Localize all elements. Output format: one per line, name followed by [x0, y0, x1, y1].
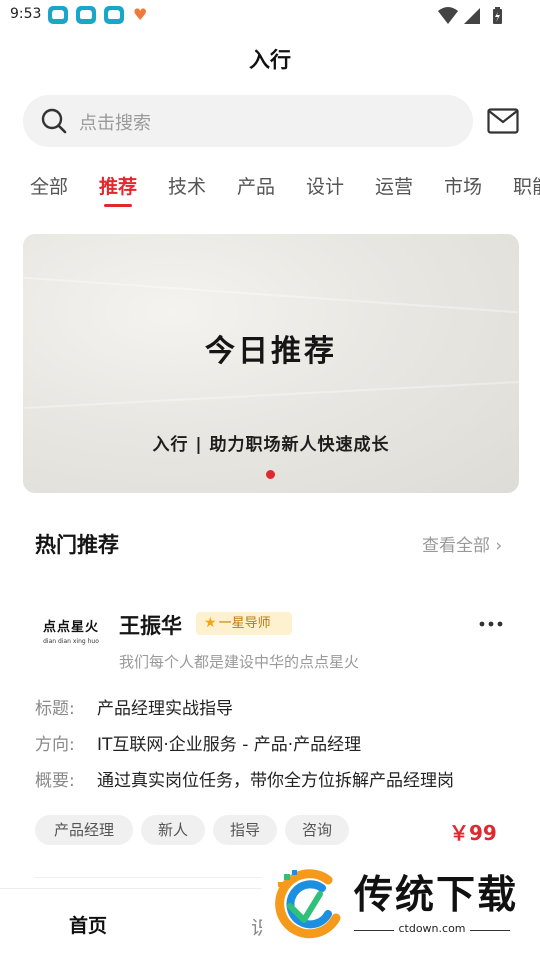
info-row-summary: 概要: 通过真实岗位任务，带你全方位拆解产品经理岗 — [35, 766, 454, 791]
watermark-logo-icon — [275, 869, 341, 939]
category-tabs: 全部 推荐 技术 产品 设计 运营 市场 职能 — [0, 168, 540, 214]
info-label: 方向: — [35, 735, 75, 755]
info-row-title: 标题: 产品经理实战指导 — [35, 694, 233, 719]
banner-subtitle: 入行 | 助力职场新人快速成长 — [152, 435, 390, 455]
info-value: IT互联网·企业服务 - 产品·产品经理 — [97, 735, 362, 755]
badge-label: 一星导师 — [218, 616, 271, 631]
system-status-icons — [438, 7, 502, 24]
info-value: 产品经理实战指导 — [97, 699, 233, 719]
nav-home[interactable]: 首页 — [69, 911, 107, 938]
mail-icon[interactable] — [487, 108, 519, 134]
mentor-level-badge: ★ 一星导师 — [196, 612, 292, 635]
tab-tech[interactable]: 技术 — [168, 172, 206, 199]
tag[interactable]: 产品经理 — [35, 815, 133, 845]
app-notification-icon — [76, 6, 96, 24]
banner-title: 今日推荐 — [205, 334, 337, 369]
page-title: 入行 — [249, 48, 291, 72]
mentor-logo-subtext: dian dian xing huo — [43, 638, 99, 645]
more-icon[interactable] — [478, 614, 504, 634]
paper-texture — [23, 381, 519, 409]
watermark: 传统下载 ctdown.com — [262, 858, 540, 960]
battery-icon — [493, 7, 502, 24]
price: ￥99 — [449, 821, 497, 845]
status-bar: 9:53 ♥ — [0, 0, 540, 32]
tag[interactable]: 新人 — [141, 815, 205, 845]
search-placeholder: 点击搜索 — [79, 113, 151, 134]
tag[interactable]: 指导 — [213, 815, 277, 845]
search-icon — [41, 108, 67, 134]
section-title: 热门推荐 — [35, 533, 119, 557]
tab-all[interactable]: 全部 — [30, 172, 68, 199]
tag[interactable]: 咨询 — [285, 815, 349, 845]
info-row-direction: 方向: IT互联网·企业服务 - 产品·产品经理 — [35, 730, 361, 755]
heart-notification-icon: ♥ — [133, 5, 148, 24]
recommendation-banner[interactable]: 今日推荐 入行 | 助力职场新人快速成长 — [23, 234, 519, 493]
app-notification-icon — [48, 6, 68, 24]
carousel-indicator — [266, 470, 275, 479]
tab-recommended[interactable]: 推荐 — [99, 172, 137, 199]
tab-operations[interactable]: 运营 — [375, 172, 413, 199]
tab-product[interactable]: 产品 — [237, 172, 275, 199]
mentor-bio: 我们每个人都是建设中华的点点星火 — [119, 653, 360, 671]
info-value: 通过真实岗位任务，带你全方位拆解产品经理岗 — [97, 771, 454, 791]
active-tab-indicator — [104, 204, 132, 207]
star-icon: ★ — [204, 615, 217, 631]
tab-design[interactable]: 设计 — [306, 172, 344, 199]
mentor-name[interactable]: 王振华 — [119, 610, 182, 640]
watermark-url: ctdown.com — [398, 922, 466, 935]
app-notification-icon — [104, 6, 124, 24]
tab-marketing[interactable]: 市场 — [444, 172, 482, 199]
tab-functions[interactable]: 职能 — [513, 172, 540, 199]
mentor-logo-text: 点点星火 — [42, 620, 99, 635]
info-label: 概要: — [35, 771, 75, 791]
view-all-link[interactable]: 查看全部 › — [422, 531, 502, 556]
paper-texture — [23, 276, 519, 314]
signal-icon — [464, 8, 480, 24]
watermark-text: 传统下载 — [354, 873, 519, 918]
status-time: 9:53 — [10, 6, 42, 22]
wifi-icon — [438, 7, 458, 24]
mentor-avatar[interactable]: 点点星火 dian dian xing huo — [35, 616, 107, 660]
info-label: 标题: — [35, 699, 75, 719]
search-input[interactable]: 点击搜索 — [23, 95, 473, 147]
